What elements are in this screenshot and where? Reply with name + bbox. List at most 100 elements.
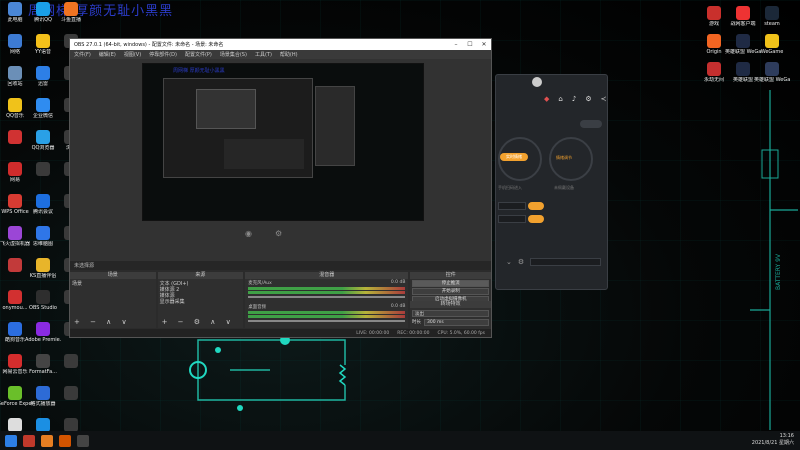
app-icon [8,386,22,400]
desktop-icon[interactable]: steam [754,6,790,27]
start-icon[interactable] [5,434,17,447]
app-icon [765,34,779,48]
app-icon [8,258,22,272]
source-list-item[interactable]: 显示器采集 [160,299,242,305]
gear-icon[interactable]: ⚙ [585,95,591,103]
mixer-track-desktop[interactable]: 桌面音频 0.0 dB [245,303,408,323]
avatar[interactable] [532,77,542,87]
scenes-panel: 场景 场景 + − ∧ ∨ [70,272,156,328]
app-toggle[interactable] [580,120,602,128]
scene-controls[interactable]: + − ∧ ∨ [74,318,131,326]
chevron-down-icon[interactable]: ⌄ [506,258,512,266]
side-app-window[interactable]: ◆ ⌂ ♪ ⚙ ≺ 实时情绪 情绪调节 手机扫码进入 未佩戴设备 ⌄ ⚙ [495,74,608,290]
menu-help[interactable]: 帮助(H) [280,51,298,58]
app-icon [736,62,750,76]
menu-file[interactable]: 文件(F) [74,51,91,58]
app-icon [36,226,50,240]
desktop-icon-label: YY语音 [34,49,52,55]
taskbar-obs-icon[interactable] [77,434,89,447]
source-controls[interactable]: + − ⚙ ∧ ∨ [162,318,235,326]
app-icon [36,322,50,336]
obs-window[interactable]: OBS 27.0.1 (64-bit, windows) - 配置文件: 未命名… [69,38,492,338]
share-icon[interactable]: ≺ [601,95,607,103]
obs-window-title: OBS 27.0.1 (64-bit, windows) - 配置文件: 未命名… [74,42,224,48]
menu-tools[interactable]: 工具(T) [255,51,272,58]
taskbar [0,431,800,450]
app-field[interactable] [498,202,526,210]
app-toolbar-icons: ◆ ⌂ ♪ ⚙ ≺ [544,95,606,103]
obs-preview-canvas[interactable]: 周网梯 厚颜无耻小黑黑 [142,63,424,221]
duration-input[interactable]: 300 ms [424,319,489,326]
settings-icon[interactable]: ⚙ [518,258,524,266]
desktop-icon[interactable] [53,386,89,401]
app-bottom-controls: ⌄ ⚙ [506,255,601,269]
nested-app-panel [315,86,355,166]
gear-icon[interactable]: ⚙ [275,229,282,238]
desktop-icon-label: 腾讯会议 [32,209,53,215]
app-action-button[interactable] [528,202,544,210]
menu-view[interactable]: 视图(V) [124,51,141,58]
desktop-icon[interactable]: 斗鱼直播 [53,2,89,23]
taskbar-app-icon[interactable] [23,434,35,447]
home-icon[interactable]: ⌂ [558,95,562,103]
menu-edit[interactable]: 编辑(E) [99,51,116,58]
maximize-icon[interactable]: ☐ [463,41,477,48]
desktop-icon[interactable] [53,354,89,369]
mixer-track-name: 桌面音频 [248,305,267,310]
app-icon [765,6,779,20]
app-icon [707,6,721,20]
desktop-icon[interactable]: WeGame [754,34,790,55]
app-icon [8,322,22,336]
app-icon [8,354,22,368]
app-icon [8,2,22,16]
left-circle-pill[interactable]: 实时情绪 [500,153,528,161]
audio-mixer-panel: 混音器 麦克风/Aux 0.0 dB 桌面音频 0.0 dB [245,272,409,328]
menu-scene-collection[interactable]: 场景集合(S) [220,51,247,58]
app-action-button[interactable] [528,215,544,223]
stop-streaming-button[interactable]: 停止推流 [412,280,490,287]
app-icon [36,66,50,80]
app-icon [36,194,50,208]
desktop-icon-label: FormatFa... [29,369,57,375]
taskbar-app-icon[interactable] [59,434,71,447]
app-icon [736,6,750,20]
menu-profile[interactable]: 配置文件(P) [185,51,212,58]
volume-slider[interactable] [248,296,406,298]
app-icon [8,226,22,240]
mixer-track-mic[interactable]: 麦克风/Aux 0.0 dB [245,279,408,299]
obs-titlebar: OBS 27.0.1 (64-bit, windows) - 配置文件: 未命名… [70,39,491,50]
desktop-icon-label: 格式播放器 [30,401,56,407]
wallpaper-circuit-right: BATTERY 9V [750,90,798,430]
desktop-icon-label: 网易 [9,177,20,183]
volume-slider[interactable] [248,320,406,322]
menu-docks[interactable]: 停靠部件(D) [149,51,177,58]
app-icon [64,354,78,368]
source-selection-bar: 未选择源 [70,261,491,270]
app-icon [36,354,50,368]
scenes-panel-title: 场景 [70,272,156,279]
desktop-icon-label: 企业微信 [32,113,53,119]
mixer-panel-title: 混音器 [245,272,409,279]
bell-icon[interactable]: ♪ [572,95,576,103]
app-icon [36,2,50,16]
shop-icon[interactable]: ◆ [544,95,549,103]
taskbar-app-icon[interactable] [41,434,53,447]
transitions-panel-title: 转场特效 [410,301,491,308]
app-icon [36,34,50,48]
app-icon [8,98,22,112]
app-icon [8,194,22,208]
taskbar-clock[interactable]: 13:16 2021/8/21 星期六 [752,433,794,447]
app-icon [36,386,50,400]
start-recording-button[interactable]: 开始录制 [412,288,490,295]
desktop-icon-label: WeGame [760,49,784,55]
eye-icon[interactable]: ◉ [245,229,252,238]
desktop-icon[interactable]: 英雄联盟 WeGame版 [754,62,790,83]
app-field[interactable] [498,215,526,223]
app-icon [36,290,50,304]
scene-list-item[interactable]: 场景 [72,281,154,287]
transition-select[interactable]: 淡出 [412,310,489,317]
sources-panel-title: 来源 [157,272,244,279]
minimize-icon[interactable]: – [449,41,463,48]
obs-preview-area[interactable]: 周网梯 厚颜无耻小黑黑 ◉ ⚙ [70,59,491,261]
close-icon[interactable]: ✕ [477,41,491,48]
